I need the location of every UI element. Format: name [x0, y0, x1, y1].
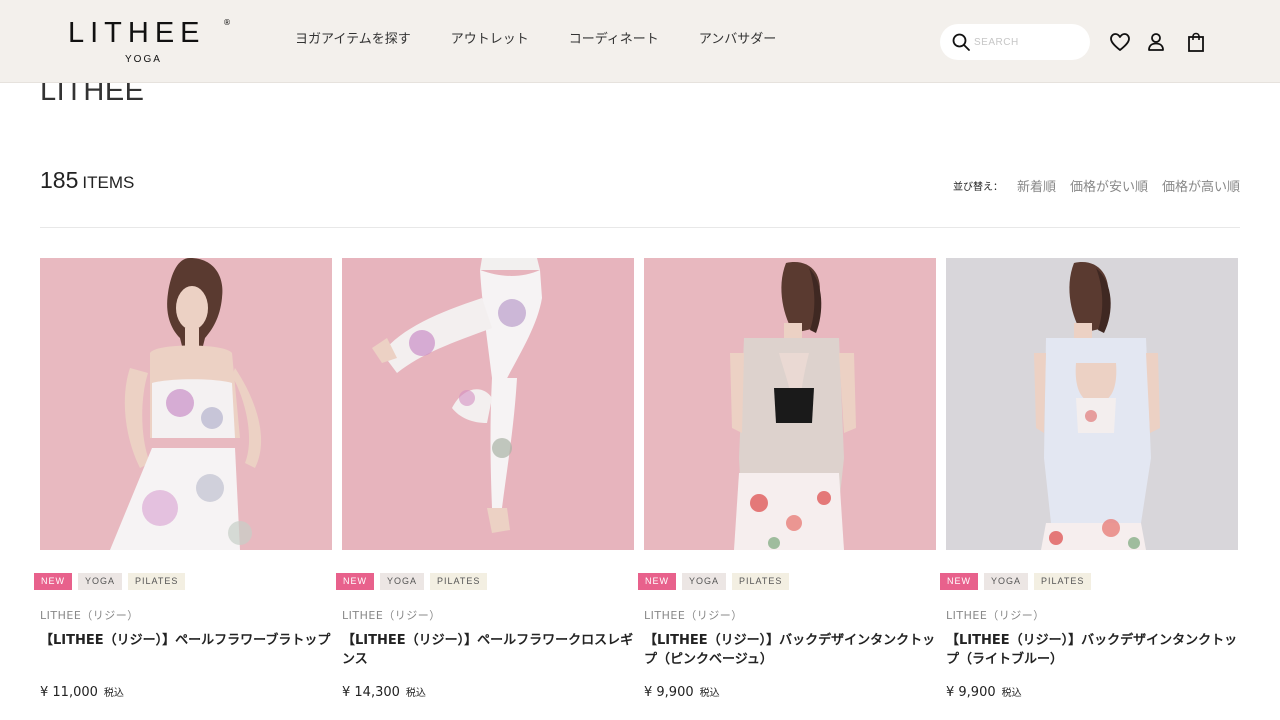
bag-icon[interactable] — [1184, 30, 1208, 54]
product-brand: LITHEE（リジー） — [946, 609, 1045, 622]
nav-item-ambassador[interactable]: アンバサダー — [699, 31, 776, 49]
product-image[interactable] — [946, 258, 1238, 550]
product-brand: LITHEE（リジー） — [342, 609, 441, 622]
nav-item-coordinate[interactable]: コーディネート — [569, 31, 659, 49]
product-photo — [342, 258, 634, 550]
tag-pilates: PILATES — [1034, 573, 1092, 590]
site-header: LITHEE ® YOGA ヨガアイテムを探す アウトレット コーディネート ア… — [0, 0, 1280, 83]
tag-yoga: YOGA — [682, 573, 727, 590]
product-image[interactable] — [342, 258, 634, 550]
sort-option-newest[interactable]: 新着順 — [1017, 176, 1056, 195]
sort-option-price-high[interactable]: 価格が高い順 — [1162, 176, 1240, 195]
price-value: ¥ 9,900 — [644, 685, 694, 700]
tax-label: 税込 — [1001, 688, 1022, 699]
tax-label: 税込 — [699, 688, 720, 699]
product-image[interactable] — [40, 258, 332, 550]
sort-label: 並び替え： — [952, 182, 1003, 193]
product-photo — [644, 258, 936, 550]
item-count-number: 185 — [40, 167, 79, 193]
tag-new: NEW — [336, 573, 374, 590]
product-name[interactable]: 【LITHEE（リジー）】バックデザインタンクトップ（ピンクベージュ） — [644, 631, 936, 669]
product-name[interactable]: 【LITHEE（リジー）】バックデザインタンクトップ（ライトブルー） — [946, 631, 1238, 669]
nav-item-outlet[interactable]: アウトレット — [451, 31, 529, 49]
product-image[interactable] — [644, 258, 936, 550]
price-value: ¥ 9,900 — [946, 685, 996, 700]
product-brand: LITHEE（リジー） — [40, 609, 139, 622]
tag-new: NEW — [638, 573, 676, 590]
tag-pilates: PILATES — [732, 573, 790, 590]
product-price: ¥ 9,900 税込 — [946, 684, 1022, 700]
sort-option-price-low[interactable]: 価格が安い順 — [1070, 176, 1148, 195]
logo-text: LITHEE — [68, 17, 206, 49]
item-count-label: ITEMS — [82, 173, 135, 192]
product-name[interactable]: 【LITHEE（リジー）】ペールフラワーブラトップ — [40, 631, 332, 650]
price-value: ¥ 11,000 — [40, 685, 98, 700]
divider — [40, 227, 1240, 228]
logo-subtitle: YOGA — [125, 54, 162, 65]
main-nav: ヨガアイテムを探す アウトレット コーディネート アンバサダー — [295, 31, 816, 49]
tag-pilates: PILATES — [430, 573, 488, 590]
tag-yoga: YOGA — [380, 573, 425, 590]
product-brand: LITHEE（リジー） — [644, 609, 743, 622]
product-photo — [946, 258, 1238, 550]
product-photo — [40, 258, 332, 550]
nav-item-find-yoga-items[interactable]: ヨガアイテムを探す — [295, 31, 411, 49]
product-name[interactable]: 【LITHEE（リジー）】ペールフラワークロスレギンス — [342, 631, 634, 669]
tag-list: NEW YOGA PILATES — [638, 573, 790, 590]
search-box[interactable] — [940, 24, 1090, 60]
site-logo[interactable]: LITHEE ® YOGA — [68, 16, 238, 68]
heart-icon[interactable] — [1108, 30, 1132, 54]
tax-label: 税込 — [405, 688, 426, 699]
search-input[interactable] — [974, 33, 1074, 51]
tag-list: NEW YOGA PILATES — [940, 573, 1092, 590]
product-price: ¥ 9,900 税込 — [644, 684, 720, 700]
tag-yoga: YOGA — [984, 573, 1029, 590]
tag-list: NEW YOGA PILATES — [336, 573, 488, 590]
product-price: ¥ 14,300 税込 — [342, 684, 426, 700]
tag-pilates: PILATES — [128, 573, 186, 590]
tag-new: NEW — [34, 573, 72, 590]
tag-yoga: YOGA — [78, 573, 123, 590]
sort-bar: 並び替え： 新着順 価格が安い順 価格が高い順 — [953, 176, 1240, 195]
tax-label: 税込 — [103, 688, 124, 699]
product-price: ¥ 11,000 税込 — [40, 684, 124, 700]
price-value: ¥ 14,300 — [342, 685, 400, 700]
tag-new: NEW — [940, 573, 978, 590]
tag-list: NEW YOGA PILATES — [34, 573, 186, 590]
item-count: 185 ITEMS — [40, 166, 134, 197]
user-icon[interactable] — [1144, 30, 1168, 54]
registered-mark: ® — [223, 18, 231, 27]
search-icon[interactable] — [951, 32, 971, 52]
